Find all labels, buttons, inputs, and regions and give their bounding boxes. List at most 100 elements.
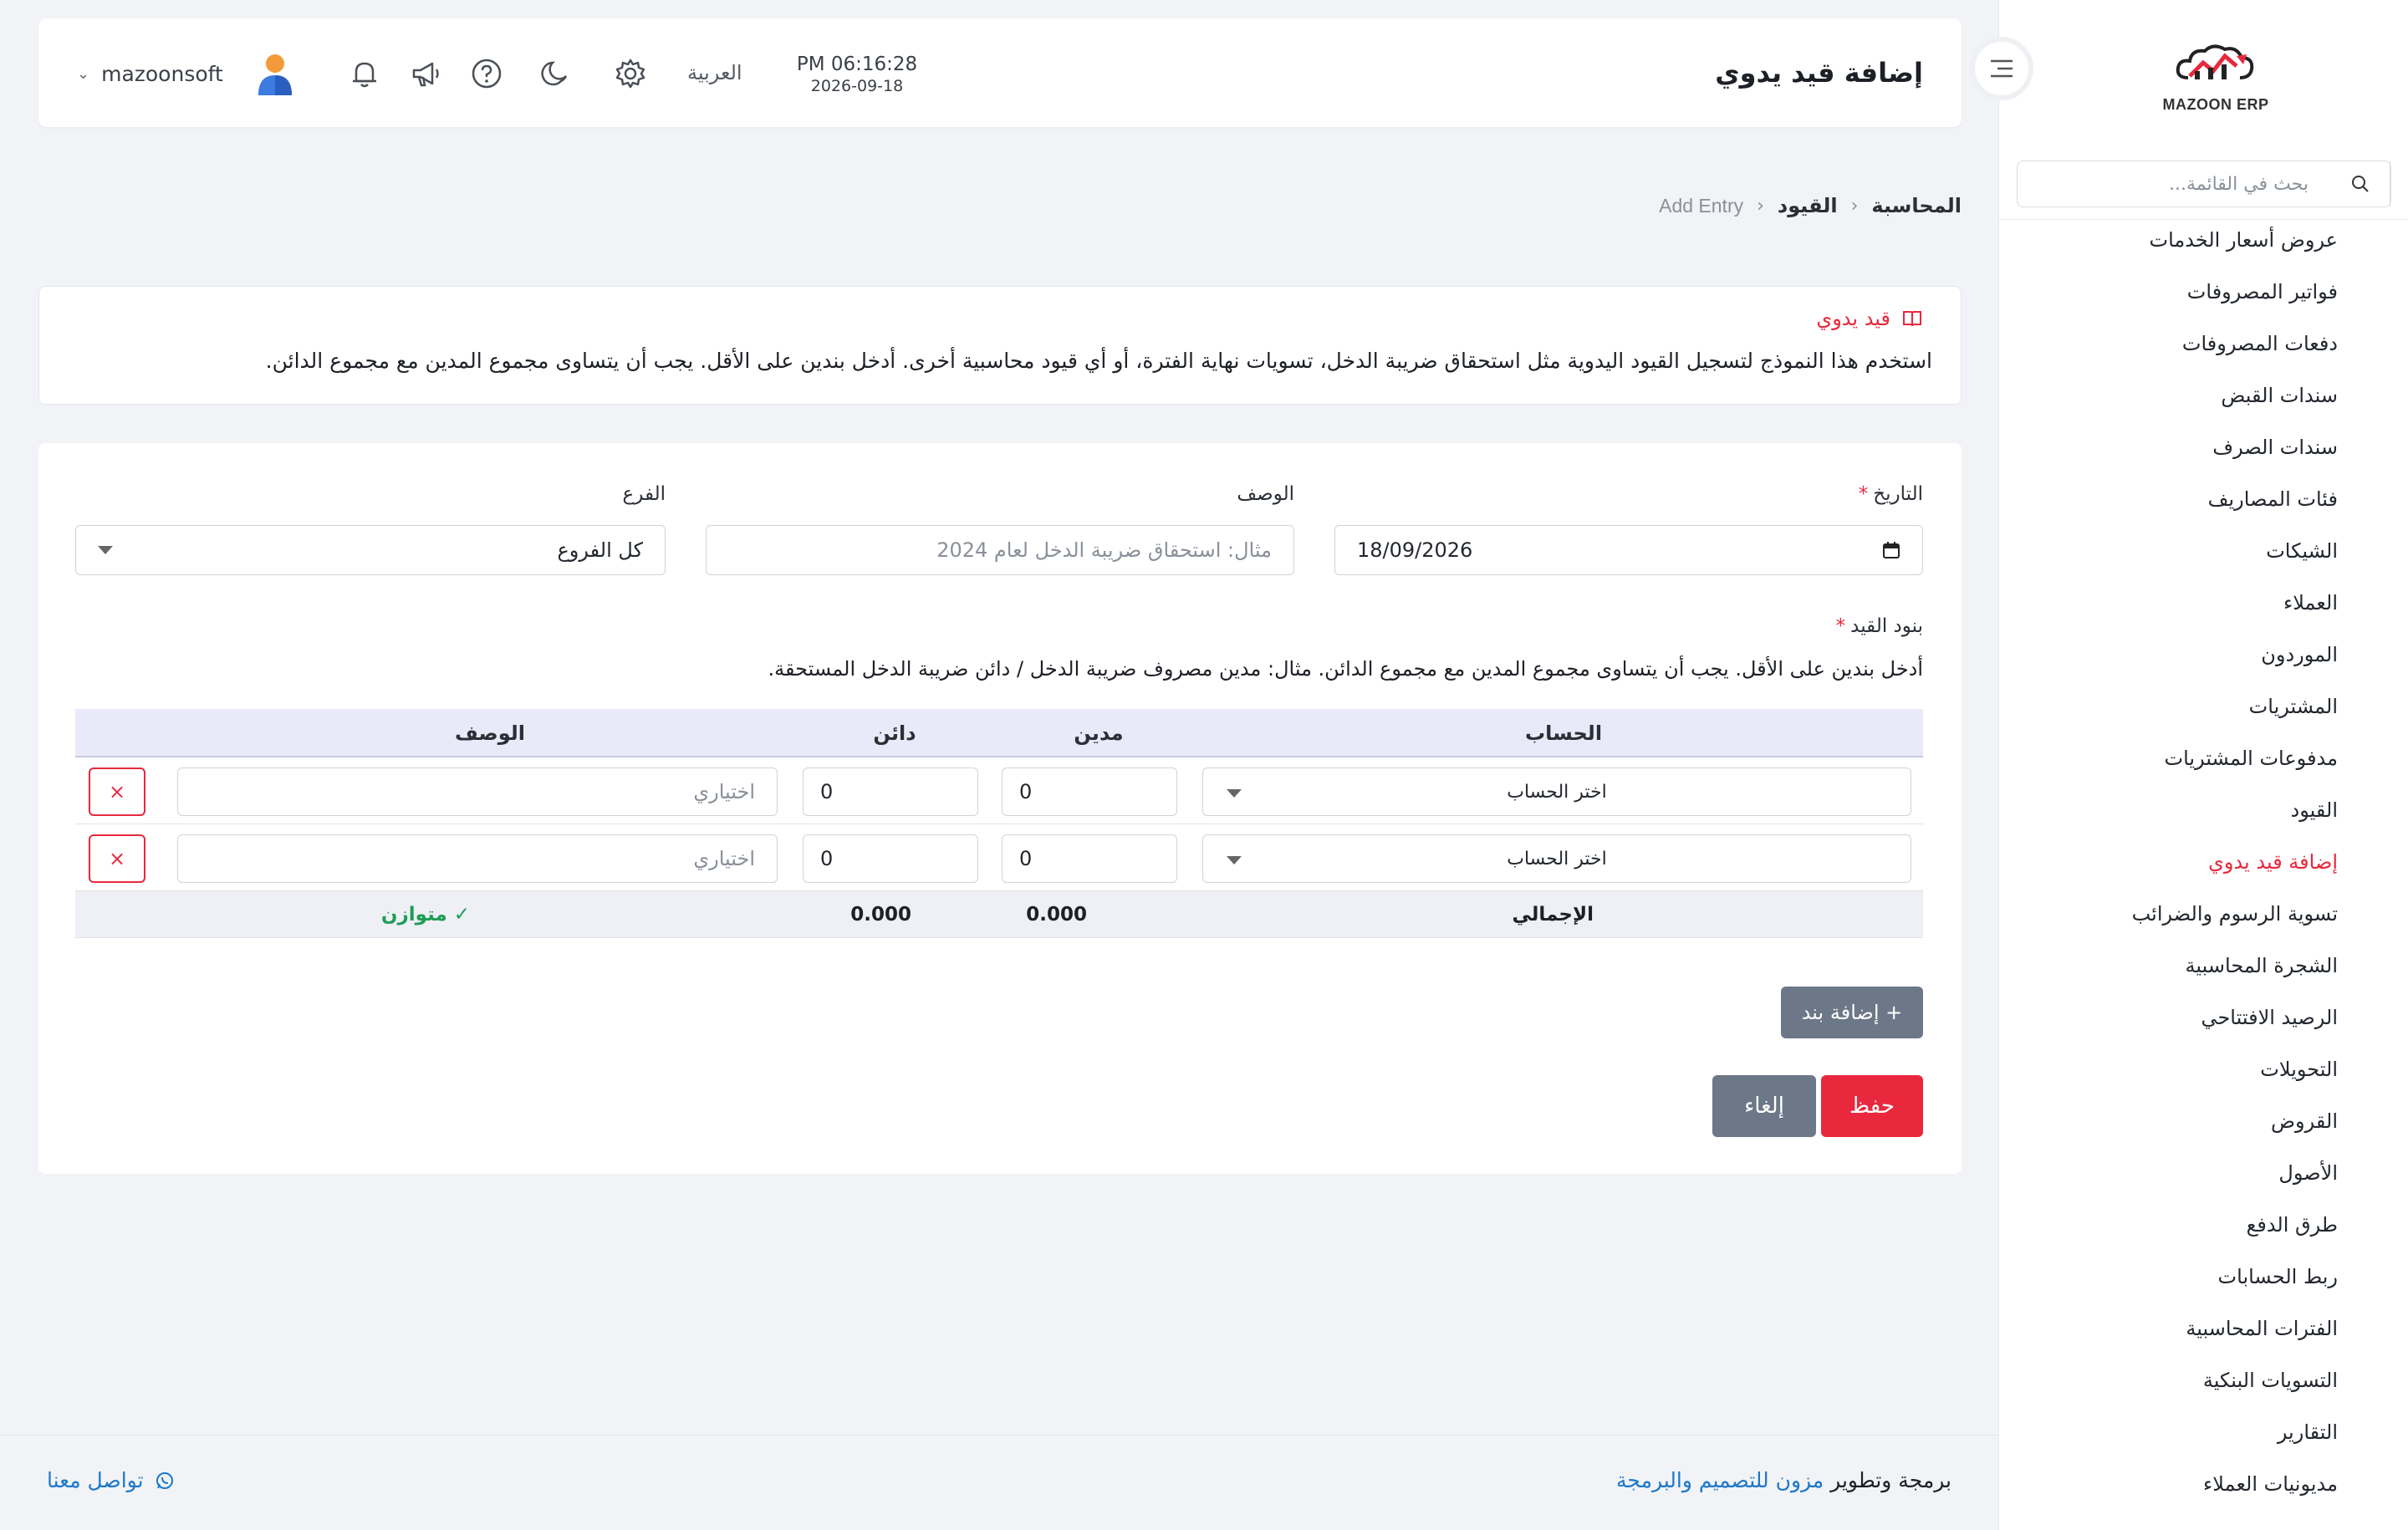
sidebar-item-purchases[interactable]: المشتريات bbox=[1998, 681, 2408, 732]
clock-date: 2026-09-18 bbox=[810, 77, 904, 95]
sidebar-item-receipt-vouchers[interactable]: سندات القبض bbox=[1998, 370, 2408, 421]
footer-credit-prefix: برمجة وتطوير bbox=[1830, 1468, 1951, 1492]
avatar bbox=[258, 54, 292, 95]
column-header-credit: دائن bbox=[873, 722, 916, 745]
line-description-input[interactable]: اختياري bbox=[177, 834, 778, 883]
info-title: قيد يدوي bbox=[1816, 307, 1922, 330]
account-select[interactable]: اختر الحساب bbox=[1202, 768, 1911, 816]
sidebar-item-loans[interactable]: القروض bbox=[1998, 1095, 2408, 1147]
line-description-input[interactable]: اختياري bbox=[177, 768, 778, 816]
account-select[interactable]: اختر الحساب bbox=[1202, 834, 1911, 883]
menu-icon bbox=[1991, 59, 2013, 78]
sidebar-item-purchase-payments[interactable]: مدفوعات المشتريات bbox=[1998, 732, 2408, 784]
debit-input[interactable]: 0 bbox=[1002, 834, 1177, 883]
delete-line-button[interactable]: × bbox=[89, 834, 145, 883]
credit-input[interactable]: 0 bbox=[803, 834, 978, 883]
credit-input[interactable]: 0 bbox=[803, 768, 978, 816]
chevron-down-icon bbox=[1227, 856, 1242, 864]
logo-icon bbox=[2176, 44, 2254, 79]
sidebar-item-entries[interactable]: القيود bbox=[1998, 784, 2408, 836]
sidebar-item-account-linking[interactable]: ربط الحسابات bbox=[1998, 1251, 2408, 1303]
totals-label: الإجمالي bbox=[1512, 904, 1594, 926]
footer-divider bbox=[0, 1435, 1998, 1436]
user-menu[interactable]: ⌄ mazoonsoft bbox=[77, 52, 293, 95]
entry-form-card: التاريخ* 18/09/2026 الوصف مثال: استحقاق … bbox=[38, 443, 1962, 1174]
sidebar-item-fiscal-periods[interactable]: الفترات المحاسبية bbox=[1998, 1303, 2408, 1354]
sidebar-item-payment-methods[interactable]: طرق الدفع bbox=[1998, 1199, 2408, 1251]
account-select-value: اختر الحساب bbox=[1507, 848, 1607, 870]
sidebar-item-bank-reconciliations[interactable]: التسويات البنكية bbox=[1998, 1354, 2408, 1406]
delete-line-button[interactable]: × bbox=[89, 768, 145, 816]
sidebar-item-expense-categories[interactable]: فئات المصاريف bbox=[1998, 473, 2408, 525]
breadcrumb-entries[interactable]: القيود bbox=[1778, 194, 1838, 217]
branch-value: كل الفروع bbox=[557, 538, 643, 562]
contact-us-text: تواصل معنا bbox=[47, 1468, 144, 1492]
sidebar-item-fees-taxes-settlement[interactable]: تسوية الرسوم والضرائب bbox=[1998, 888, 2408, 940]
sidebar-item-payment-vouchers[interactable]: سندات الصرف bbox=[1998, 421, 2408, 473]
debit-input[interactable]: 0 bbox=[1002, 768, 1177, 816]
branch-select[interactable]: كل الفروع bbox=[75, 525, 666, 575]
sidebar-item-suppliers[interactable]: الموردون bbox=[1998, 629, 2408, 681]
sidebar-toggle-button[interactable] bbox=[1970, 37, 2033, 100]
footer-credit-link[interactable]: مزون للتصميم والبرمجة bbox=[1616, 1468, 1824, 1492]
chevron-left-icon: ‹ bbox=[1850, 195, 1859, 217]
page-title: إضافة قيد يدوي bbox=[1715, 57, 1923, 89]
chevron-down-icon: ⌄ bbox=[77, 64, 90, 83]
info-description: استخدم هذا النموذج لتسجيل القيود اليدوية… bbox=[265, 349, 1932, 373]
sidebar-item-reports[interactable]: التقارير bbox=[1998, 1406, 2408, 1458]
entry-lines-label: بنود القيد* bbox=[1835, 615, 1923, 637]
entry-lines-table: الحساب مدين دائن الوصف اختر الحساب 0 0 ا… bbox=[75, 709, 1923, 938]
branch-label: الفرع bbox=[622, 483, 666, 505]
help-icon[interactable] bbox=[468, 55, 505, 92]
sidebar-item-add-manual-entry[interactable]: إضافة قيد يدوي bbox=[1998, 836, 2408, 888]
sidebar-item-assets[interactable]: الأصول bbox=[1998, 1147, 2408, 1199]
sidebar-item-expense-invoices[interactable]: فواتير المصروفات bbox=[1998, 266, 2408, 318]
sidebar-item-opening-balance[interactable]: الرصيد الافتتاحي bbox=[1998, 992, 2408, 1043]
breadcrumb-current: Add Entry bbox=[1659, 194, 1744, 217]
save-button[interactable]: حفظ bbox=[1821, 1075, 1923, 1137]
logo[interactable]: MAZOON ERP bbox=[2149, 33, 2283, 117]
clock: PM 06:16:28 2026-09-18 bbox=[794, 52, 920, 95]
date-field[interactable]: 18/09/2026 bbox=[1334, 525, 1923, 575]
sidebar-item-expense-payments[interactable]: دفعات المصروفات bbox=[1998, 318, 2408, 370]
sidebar-item-cheques[interactable]: الشيكات bbox=[1998, 525, 2408, 577]
sidebar-search-input[interactable] bbox=[2018, 161, 2330, 207]
chevron-left-icon: ‹ bbox=[1757, 195, 1764, 217]
column-header-account: الحساب bbox=[1524, 722, 1603, 745]
contact-us-link[interactable]: تواصل معنا bbox=[47, 1468, 174, 1492]
date-value: 18/09/2026 bbox=[1357, 538, 1473, 562]
bell-icon[interactable] bbox=[346, 55, 383, 92]
info-card: قيد يدوي استخدم هذا النموذج لتسجيل القيو… bbox=[38, 286, 1962, 405]
moon-icon[interactable] bbox=[537, 55, 574, 92]
sidebar-menu: عروض أسعار الخدمات فواتير المصروفات دفعا… bbox=[1998, 214, 2408, 1510]
description-label: الوصف bbox=[1237, 483, 1294, 505]
table-totals-row: الإجمالي 0.000 0.000 ✓ متوازن bbox=[75, 891, 1923, 938]
sidebar-item-customers[interactable]: العملاء bbox=[1998, 577, 2408, 629]
column-header-description: الوصف bbox=[454, 722, 526, 745]
description-field[interactable]: مثال: استحقاق ضريبة الدخل لعام 2024 bbox=[706, 525, 1294, 575]
sidebar-item-transfers[interactable]: التحويلات bbox=[1998, 1043, 2408, 1095]
table-header: الحساب مدين دائن الوصف bbox=[75, 709, 1923, 757]
chevron-down-icon bbox=[98, 546, 113, 554]
table-row: اختر الحساب 0 0 اختياري × bbox=[75, 824, 1923, 891]
search-icon[interactable] bbox=[2330, 161, 2390, 207]
cancel-button[interactable]: إلغاء bbox=[1712, 1075, 1816, 1137]
totals-credit: 0.000 bbox=[850, 904, 911, 926]
sidebar-item-service-quotes[interactable]: عروض أسعار الخدمات bbox=[1998, 214, 2408, 266]
add-line-button[interactable]: + إضافة بند bbox=[1781, 987, 1923, 1038]
sidebar-item-customer-debts[interactable]: مديونيات العملاء bbox=[1998, 1458, 2408, 1510]
username: mazoonsoft bbox=[101, 61, 223, 86]
calendar-icon[interactable] bbox=[1882, 541, 1900, 559]
book-icon bbox=[1903, 311, 1921, 327]
date-label: التاريخ* bbox=[1858, 483, 1923, 505]
megaphone-icon[interactable] bbox=[408, 55, 445, 92]
account-select-value: اختر الحساب bbox=[1507, 781, 1607, 803]
column-header-debit: مدين bbox=[1074, 722, 1124, 745]
entry-lines-hint: أدخل بندين على الأقل. يجب أن يتساوى مجمو… bbox=[768, 657, 1923, 681]
breadcrumb-accounting[interactable]: المحاسبة bbox=[1871, 194, 1962, 217]
language-switch[interactable]: العربية bbox=[687, 18, 742, 127]
chevron-down-icon bbox=[1227, 789, 1242, 798]
top-header: إضافة قيد يدوي PM 06:16:28 2026-09-18 ال… bbox=[38, 18, 1962, 127]
sidebar-item-chart-of-accounts[interactable]: الشجرة المحاسبية bbox=[1998, 940, 2408, 992]
settings-icon[interactable] bbox=[612, 55, 649, 92]
